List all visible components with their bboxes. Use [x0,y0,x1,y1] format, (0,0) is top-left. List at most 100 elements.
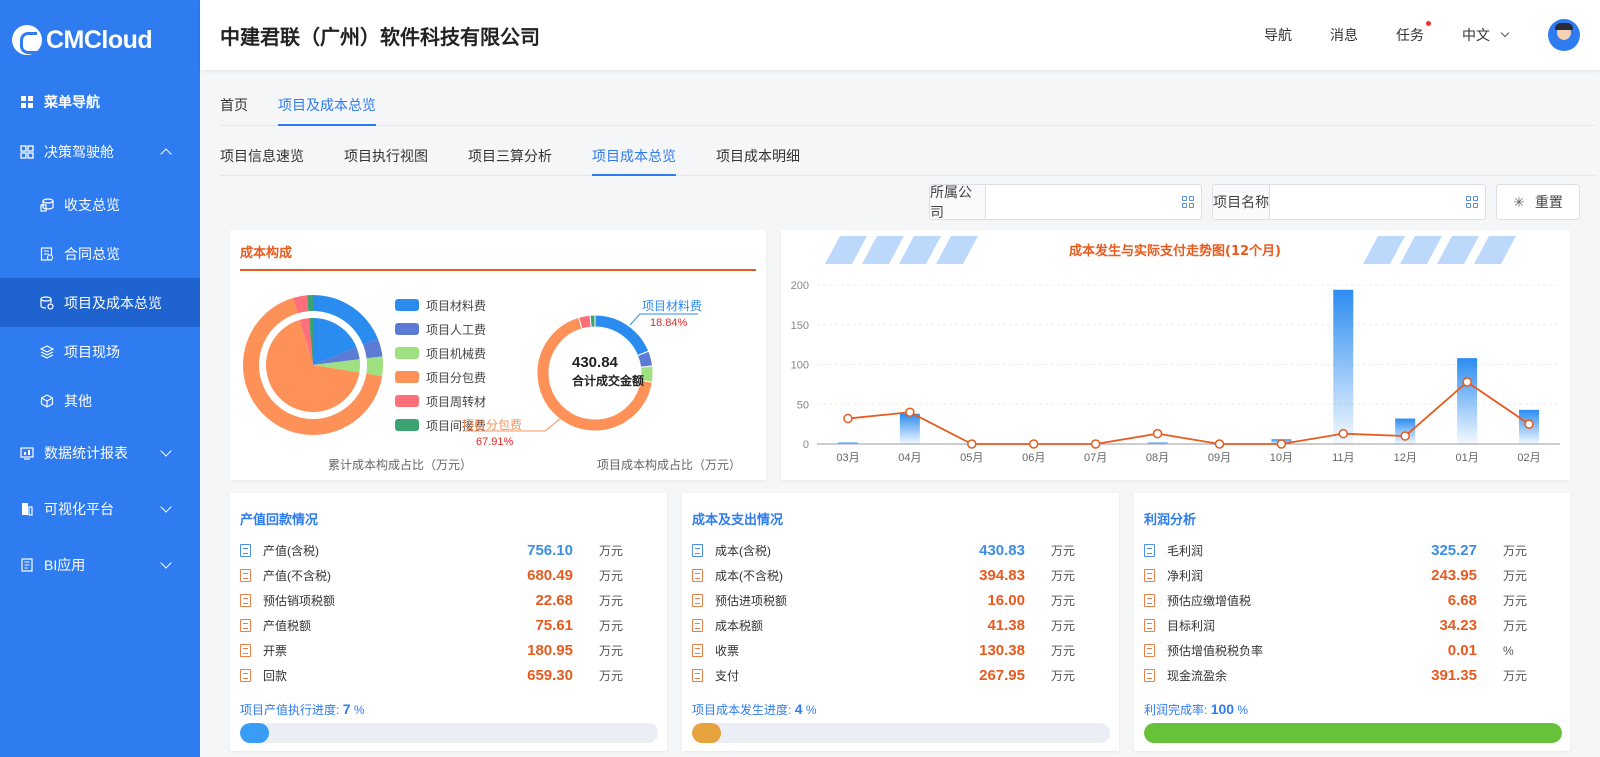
legend-item[interactable]: 项目材料费 [395,293,486,317]
metric-unit: 万元 [1051,544,1076,558]
progress-fill [1144,723,1562,743]
grid-select-icon[interactable] [1466,196,1479,208]
reset-button[interactable]: ✳ 重置 [1496,184,1580,220]
metric-row: 预估应缴增值税 6.68 万元 [1144,588,1544,613]
metric-label: 开票 [263,644,288,658]
cost-trend-chart: 成本发生与实际支付走势图(12个月) 0 50 100 150 200 03月 04月 05月 0… [791,236,1560,464]
tab-project-execution[interactable]: 项目执行视图 [344,138,428,176]
payment-point[interactable] [1090,439,1101,449]
project-filter-input[interactable] [1270,185,1467,219]
payment-point[interactable] [1462,377,1472,387]
document-icon [692,669,703,682]
x-tick-label: 11月 [1332,452,1354,464]
metric-unit: 万元 [1503,619,1528,633]
metric-unit: 万元 [1503,669,1528,683]
payment-point[interactable] [1400,431,1410,441]
tab-project-info[interactable]: 项目信息速览 [220,138,304,176]
payment-point[interactable] [1028,439,1039,449]
metric-label: 回款 [263,669,288,683]
x-tick-label: 01月 [1456,452,1479,464]
metric-value: 180.95 [527,642,573,659]
tab-home[interactable]: 首页 [220,88,248,126]
sidebar-item-label: BI应用 [44,557,86,573]
payment-point[interactable] [905,407,915,417]
legend-item[interactable]: 项目机械费 [395,341,486,365]
messages-link[interactable]: 消息 [1330,25,1358,45]
grid-select-icon[interactable] [1182,196,1195,208]
tab-three-calc-analysis[interactable]: 项目三算分析 [468,138,552,176]
document-icon [1144,594,1155,607]
document-icon [240,619,251,632]
metric-value: 16.00 [987,592,1025,609]
panel-title: 成本及支出情况 [692,512,784,527]
tasks-link[interactable]: 任务 [1396,21,1431,45]
legend-item[interactable]: 项目人工费 [395,317,486,341]
x-tick-label: 05月 [960,452,983,464]
x-tick-label: 10月 [1270,452,1293,464]
payment-point[interactable] [967,439,977,449]
brand-logo[interactable]: CMCloud [0,0,200,80]
legend-item[interactable]: 项目分包费 [395,365,486,389]
payment-point[interactable] [1276,439,1287,449]
metric-row: 产值税额 75.61 万元 [240,613,640,638]
avatar[interactable] [1548,19,1580,51]
sidebar-item-project-site[interactable]: 项目现场 [0,327,200,376]
tab-project-cost-overview[interactable]: 项目及成本总览 [278,88,376,126]
metric-unit: 万元 [599,669,624,683]
sidebar-item-bi-apps[interactable]: BI应用 [0,537,200,593]
cost-bar[interactable] [1147,442,1168,444]
cost-bar[interactable] [1457,358,1478,444]
metric-unit: % [1503,643,1514,658]
primary-tabs: 首页 项目及成本总览 [220,88,1595,126]
document-icon [1144,619,1155,632]
payment-point[interactable] [1524,419,1534,429]
metric-row: 回款 659.30 万元 [240,663,640,688]
cost-expense-panel: 成本及支出情况 成本(含税) 430.83 万元 成本(不含税) 394.83 … [682,493,1119,751]
tab-project-cost-detail[interactable]: 项目成本明细 [716,138,800,176]
payment-point[interactable] [843,413,853,424]
sidebar-item-project-cost-overview[interactable]: 项目及成本总览 [0,278,200,327]
pie-ring-segment[interactable] [366,356,383,377]
legend-swatch [395,395,419,407]
company-filter-input[interactable] [986,185,1183,219]
cost-bar[interactable] [899,413,920,444]
metric-value: 430.83 [979,542,1025,559]
x-tick-label: 08月 [1146,452,1169,464]
language-select[interactable]: 中文 [1462,25,1510,45]
dashboard-icon [20,145,34,159]
payment-point[interactable] [1214,439,1225,449]
cost-composition-card: 成本构成 项目材料费 项目人工费 项目机械费 项目分包费 项目周转材 项目间接费… [230,230,766,480]
progress-label: 项目产值执行进度: 7 % [240,701,365,718]
donut-slice[interactable] [589,314,596,328]
sidebar-item-data-reports[interactable]: 数据统计报表 [0,425,200,481]
legend-item[interactable]: 项目周转材 [395,389,486,413]
cost-bar[interactable] [1333,289,1354,444]
sidebar-item-visualization[interactable]: 可视化平台 [0,481,200,537]
sidebar-item-other[interactable]: 其他 [0,376,200,425]
tab-project-cost-summary[interactable]: 项目成本总览 [592,138,676,176]
cost-bar[interactable] [837,442,858,444]
sidebar-item-income-overview[interactable]: 收支总览 [0,180,200,229]
sidebar-item-cockpit[interactable]: 决策驾驶舱 [0,124,200,180]
title-decoration-stripe [1363,236,1405,264]
progress-label: 项目成本发生进度: 4 % [692,701,817,718]
metric-label: 成本(含税) [715,544,771,558]
metric-value: 75.61 [535,617,573,634]
legend-label: 项目周转材 [426,394,487,409]
donut-slice[interactable] [594,314,650,357]
callout-name: 项目分包费 [462,418,522,432]
nav-link[interactable]: 导航 [1264,25,1292,45]
sidebar-item-menu-nav[interactable]: 菜单导航 [0,80,200,124]
document-icon [1144,669,1155,682]
sidebar-item-label: 项目现场 [64,343,120,360]
metric-unit: 万元 [599,544,624,558]
metric-row: 产值(不含税) 680.49 万元 [240,563,640,588]
sidebar-item-contract-overview[interactable]: 合同总览 [0,229,200,278]
sidebar-item-label: 可视化平台 [44,501,114,517]
metric-row: 预估进项税额 16.00 万元 [692,588,1092,613]
payment-point[interactable] [1152,428,1163,439]
title-decoration-stripe [1400,236,1442,264]
trend-chart-title: 成本发生与实际支付走势图(12个月) [1069,243,1281,259]
tasks-label: 任务 [1396,27,1424,43]
payment-point[interactable] [1338,428,1349,439]
